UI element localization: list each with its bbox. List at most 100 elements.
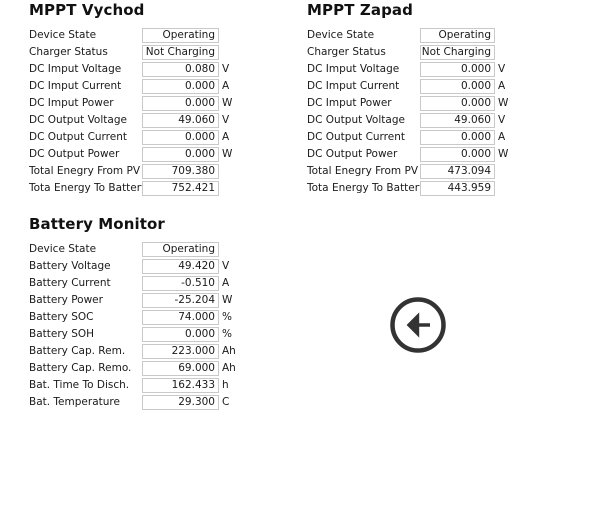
field-value[interactable]: 29.300 (142, 395, 219, 410)
field-unit: W (222, 148, 233, 160)
field-unit: % (222, 311, 232, 323)
field-label: DC Output Current (29, 131, 128, 143)
field-value[interactable]: 162.433 (142, 378, 219, 393)
field-value[interactable]: Operating (142, 242, 219, 257)
field-row: DC Imput Power 0.000 W (307, 95, 508, 112)
field-label: DC Imput Voltage (29, 63, 122, 75)
field-value[interactable]: 69.000 (142, 361, 219, 376)
field-unit: W (498, 97, 509, 109)
field-value[interactable]: 0.000 (142, 130, 219, 145)
field-label: Battery SOC (29, 311, 94, 323)
field-row: Total Enegry From PV 473.094 (307, 163, 508, 180)
field-label: DC Imput Current (29, 80, 122, 92)
field-label: Battery Power (29, 294, 103, 306)
field-label: DC Output Current (307, 131, 406, 143)
field-unit: W (498, 148, 509, 160)
field-row: DC Imput Voltage 0.000 V (307, 61, 508, 78)
field-value[interactable]: 752.421 (142, 181, 219, 196)
field-label: Battery Cap. Remo. (29, 362, 132, 374)
field-label: Battery Voltage (29, 260, 111, 272)
field-unit: V (222, 63, 230, 75)
field-value[interactable]: 443.959 (420, 181, 495, 196)
field-label: Battery Cap. Rem. (29, 345, 126, 357)
field-value[interactable]: -25.204 (142, 293, 219, 308)
field-value[interactable]: 0.000 (420, 62, 495, 77)
field-unit: V (222, 260, 230, 272)
field-row: DC Output Power 0.000 W (29, 146, 232, 163)
field-label: DC Imput Power (307, 97, 392, 109)
field-row: Charger Status Not Charging (307, 44, 508, 61)
field-value[interactable]: 0.000 (420, 130, 495, 145)
field-unit: A (222, 131, 230, 143)
field-value[interactable]: 0.000 (142, 96, 219, 111)
field-unit: Ah (222, 362, 236, 374)
field-label: DC Output Voltage (29, 114, 127, 126)
field-value[interactable]: 0.000 (142, 147, 219, 162)
field-unit: W (222, 97, 233, 109)
field-row: DC Output Current 0.000 A (29, 129, 232, 146)
field-label: Battery Current (29, 277, 111, 289)
field-row: Battery Voltage 49.420 V (29, 258, 236, 275)
field-value[interactable]: 0.080 (142, 62, 219, 77)
field-unit: V (498, 114, 506, 126)
field-row: DC Output Voltage 49.060 V (307, 112, 508, 129)
field-value[interactable]: 0.000 (142, 327, 219, 342)
field-unit: W (222, 294, 233, 306)
field-label: Total Enegry From PV (29, 165, 141, 177)
field-label: Total Enegry From PV (307, 165, 419, 177)
field-value[interactable]: 0.000 (142, 79, 219, 94)
field-label: Charger Status (29, 46, 108, 58)
field-unit: V (222, 114, 230, 126)
field-value[interactable]: 473.094 (420, 164, 495, 179)
panel-title-battery-monitor: Battery Monitor (29, 215, 165, 233)
field-value[interactable]: 49.060 (142, 113, 219, 128)
panel-title-mppt-zapad: MPPT Zapad (307, 1, 413, 19)
field-row: DC Output Voltage 49.060 V (29, 112, 232, 129)
field-unit: A (222, 80, 230, 92)
field-value[interactable]: 709.380 (142, 164, 219, 179)
field-row: Device State Operating (307, 27, 508, 44)
field-value[interactable]: 74.000 (142, 310, 219, 325)
field-list-battery-monitor: Device State Operating Battery Voltage 49.4… (29, 241, 236, 411)
field-label: Device State (307, 29, 375, 41)
arrow-left-circle-icon (389, 297, 447, 357)
field-unit: A (498, 80, 506, 92)
field-value[interactable]: 223.000 (142, 344, 219, 359)
field-value[interactable]: Not Charging (142, 45, 219, 60)
field-label: Tota Energy To Battery (307, 182, 426, 194)
field-row: Tota Energy To Battery 752.421 (29, 180, 232, 197)
field-row: Device State Operating (29, 27, 232, 44)
field-value[interactable]: 0.000 (420, 147, 495, 162)
field-row: DC Imput Current 0.000 A (29, 78, 232, 95)
field-row: Bat. Temperature 29.300 C (29, 394, 236, 411)
field-value[interactable]: Operating (420, 28, 495, 43)
field-row: Battery Power -25.204 W (29, 292, 236, 309)
field-label: Bat. Time To Disch. (29, 379, 130, 391)
field-row: Battery SOC 74.000% (29, 309, 236, 326)
field-value[interactable]: 0.000 (420, 79, 495, 94)
field-label: DC Output Power (29, 148, 120, 160)
field-value[interactable]: 0.000 (420, 96, 495, 111)
field-value[interactable]: Operating (142, 28, 219, 43)
field-label: DC Imput Voltage (307, 63, 400, 75)
field-label: Device State (29, 243, 97, 255)
field-unit: % (222, 328, 232, 340)
panel-mppt-zapad: MPPT Zapad Device State Operating Charger … (307, 2, 508, 197)
field-row: DC Imput Power 0.000 W (29, 95, 232, 112)
panel-battery-monitor: Battery Monitor Device State Operating Bat… (29, 216, 236, 411)
field-unit: h (222, 379, 229, 391)
field-row: Charger Status Not Charging (29, 44, 232, 61)
back-button[interactable] (389, 296, 447, 354)
field-value[interactable]: 49.060 (420, 113, 495, 128)
field-value[interactable]: Not Charging (420, 45, 495, 60)
field-label: DC Imput Power (29, 97, 114, 109)
field-unit: A (498, 131, 506, 143)
field-row: Device State Operating (29, 241, 236, 258)
field-label: Bat. Temperature (29, 396, 120, 408)
field-value[interactable]: -0.510 (142, 276, 219, 291)
field-row: DC Output Power 0.000 W (307, 146, 508, 163)
panel-title-mppt-vychod: MPPT Vychod (29, 1, 145, 19)
field-value[interactable]: 49.420 (142, 259, 219, 274)
panel-mppt-vychod: MPPT Vychod Device State Operating Charger… (29, 2, 232, 197)
field-row: DC Imput Current 0.000 A (307, 78, 508, 95)
